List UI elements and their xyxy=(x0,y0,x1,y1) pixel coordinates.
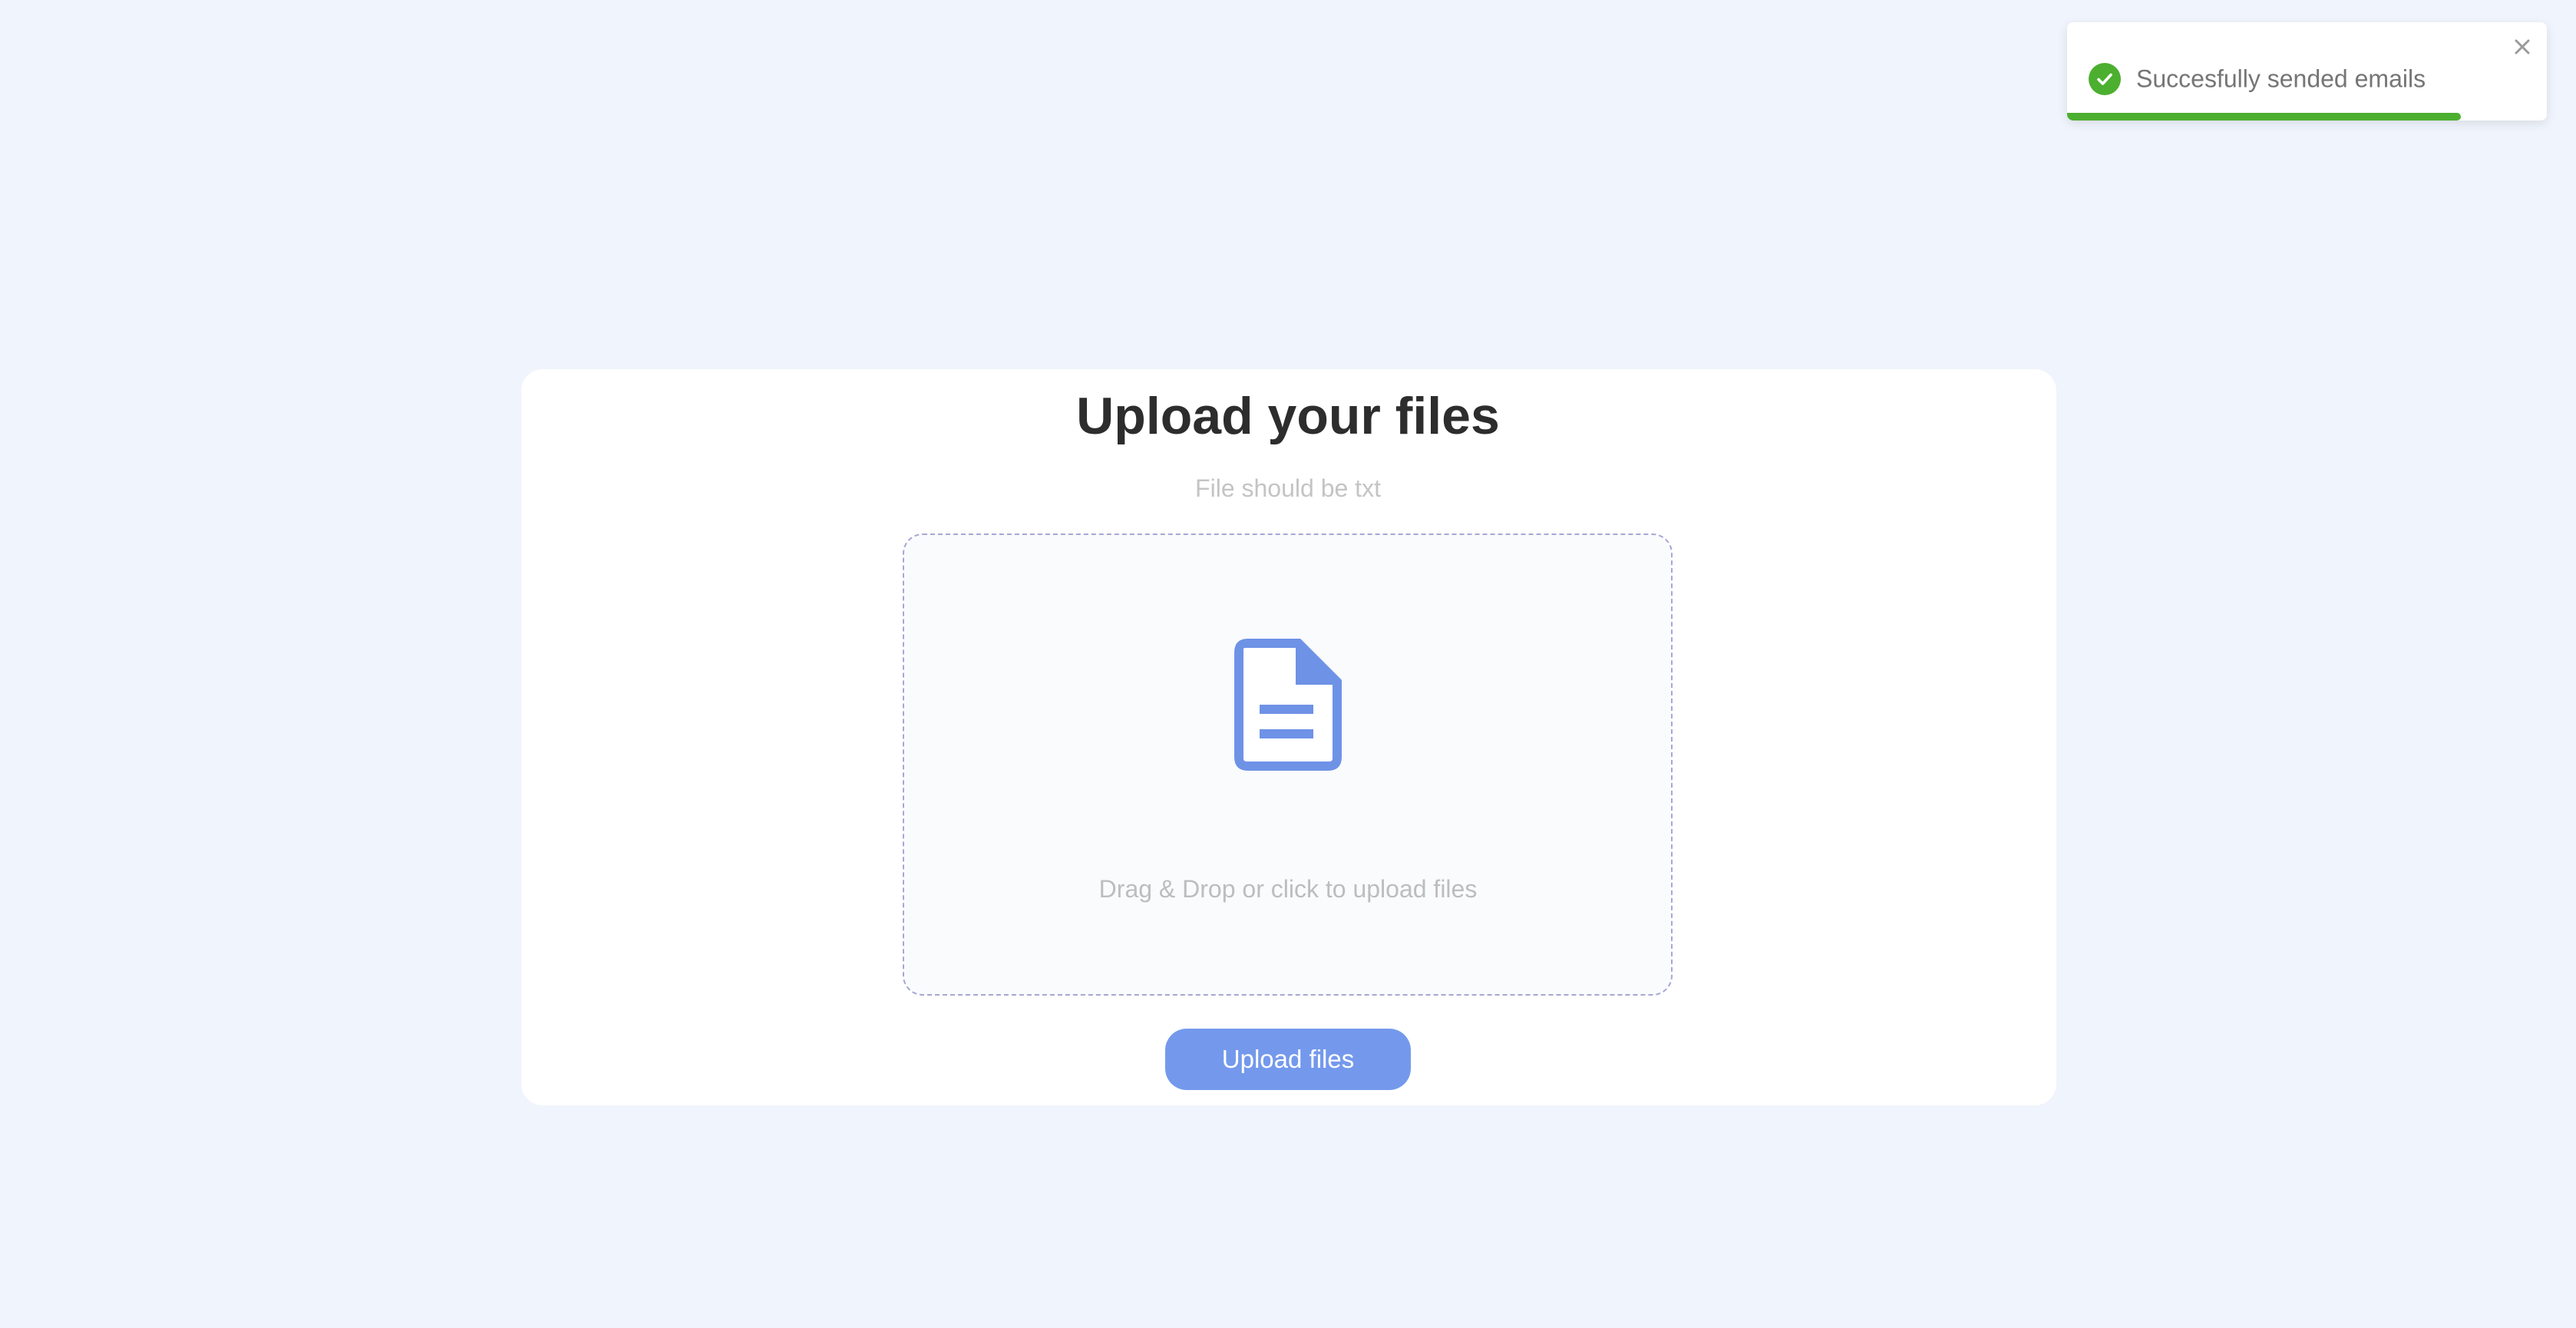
file-document-icon xyxy=(1234,639,1342,771)
toast-progress-track xyxy=(2067,113,2547,121)
page-subtitle: File should be txt xyxy=(1195,474,1381,502)
upload-files-button[interactable]: Upload files xyxy=(1165,1029,1411,1090)
check-circle-icon xyxy=(2089,63,2121,95)
toast-notification: Succesfully sended emails xyxy=(2067,22,2547,121)
toast-progress-bar xyxy=(2067,113,2461,121)
close-icon[interactable] xyxy=(2508,33,2536,61)
toast-message: Succesfully sended emails xyxy=(2136,64,2426,93)
page-title: Upload your files xyxy=(1076,387,1500,445)
dropzone-instructions: Drag & Drop or click to upload files xyxy=(1098,875,1478,903)
